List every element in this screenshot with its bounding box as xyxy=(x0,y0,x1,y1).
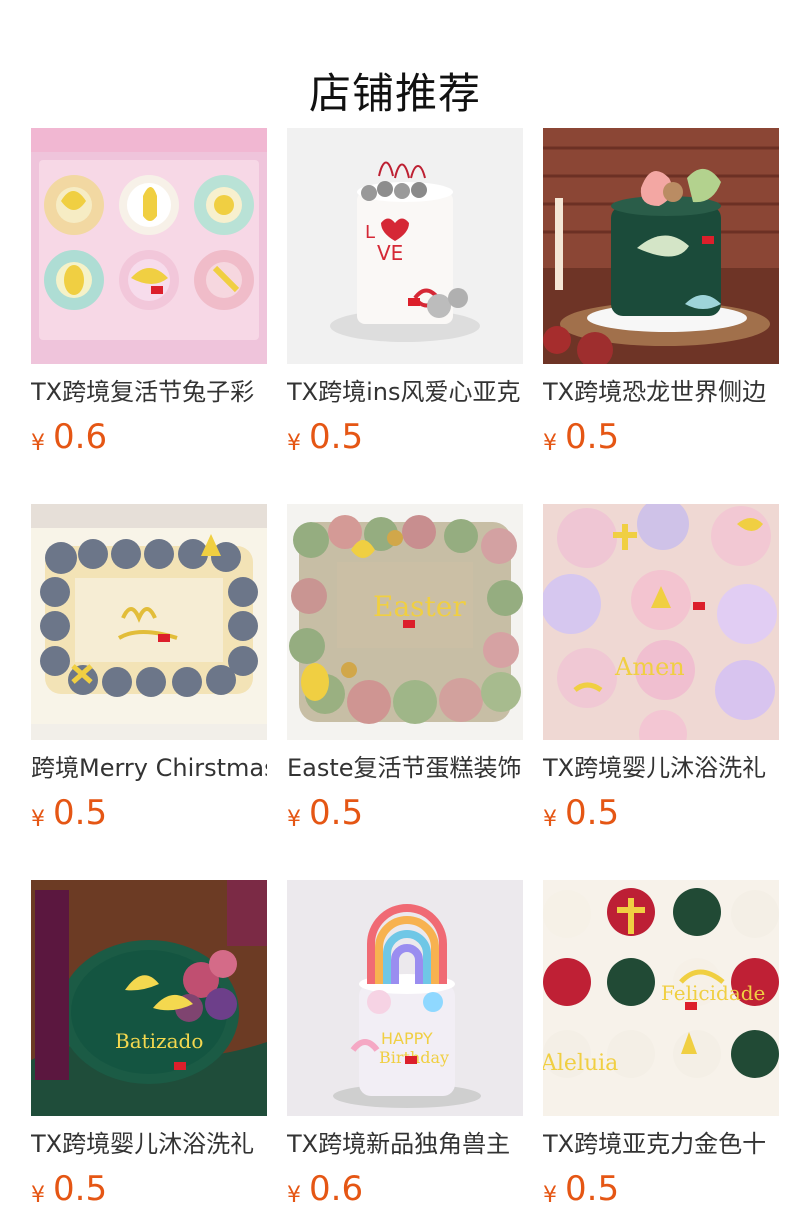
product-card[interactable]: Amen TX跨境婴儿沐浴洗礼 ¥0.5 xyxy=(543,504,779,834)
product-card[interactable]: 跨境Merry Chirstmas ¥0.5 xyxy=(31,504,267,834)
product-name[interactable]: TX跨境婴儿沐浴洗礼 xyxy=(543,752,779,784)
product-name[interactable]: 跨境Merry Chirstmas xyxy=(31,752,267,784)
product-image[interactable] xyxy=(31,128,267,364)
svg-text:Batizado: Batizado xyxy=(115,1029,203,1053)
product-image[interactable]: Easter xyxy=(287,504,523,740)
product-image[interactable]: Felicidade Aleluia xyxy=(543,880,779,1116)
product-price: ¥0.5 xyxy=(543,416,779,458)
product-card[interactable]: TX跨境复活节兔子彩 ¥0.6 xyxy=(31,128,267,458)
svg-text:HAPPY: HAPPY xyxy=(381,1029,433,1048)
product-name[interactable]: TX跨境恐龙世界侧边 xyxy=(543,376,779,408)
product-price: ¥0.5 xyxy=(287,792,523,834)
price-value: 0.5 xyxy=(565,1169,620,1209)
product-card[interactable]: Felicidade Aleluia TX跨境亚克力金色十 ¥0.5 xyxy=(543,880,779,1210)
currency-symbol: ¥ xyxy=(543,807,557,832)
product-image[interactable] xyxy=(543,128,779,364)
currency-symbol: ¥ xyxy=(31,431,45,456)
price-value: 0.5 xyxy=(309,417,364,457)
price-value: 0.5 xyxy=(309,793,364,833)
product-image[interactable]: HAPPY Birthday xyxy=(287,880,523,1116)
product-price: ¥0.5 xyxy=(543,792,779,834)
product-name[interactable]: Easte复活节蛋糕装饰 xyxy=(287,752,523,784)
product-card[interactable]: L VE TX跨境ins风爱心亚克 ¥0.5 xyxy=(287,128,523,458)
product-name[interactable]: TX跨境亚克力金色十 xyxy=(543,1128,779,1160)
product-price: ¥0.6 xyxy=(287,1168,523,1210)
product-name[interactable]: TX跨境ins风爱心亚克 xyxy=(287,376,523,408)
product-name[interactable]: TX跨境新品独角兽主 xyxy=(287,1128,523,1160)
product-card[interactable]: Batizado TX跨境婴儿沐浴洗礼 ¥0.5 xyxy=(31,880,267,1210)
product-card[interactable]: TX跨境恐龙世界侧边 ¥0.5 xyxy=(543,128,779,458)
product-card[interactable]: HAPPY Birthday TX跨境新品独角兽主 ¥0.6 xyxy=(287,880,523,1210)
price-value: 0.5 xyxy=(53,793,108,833)
currency-symbol: ¥ xyxy=(287,807,301,832)
product-price: ¥0.5 xyxy=(31,792,267,834)
product-image[interactable]: Amen xyxy=(543,504,779,740)
svg-text:Easter: Easter xyxy=(373,590,466,623)
product-price: ¥0.5 xyxy=(31,1168,267,1210)
price-value: 0.6 xyxy=(309,1169,364,1209)
product-price: ¥0.5 xyxy=(543,1168,779,1210)
currency-symbol: ¥ xyxy=(287,431,301,456)
svg-text:Amen: Amen xyxy=(614,653,685,681)
svg-text:L: L xyxy=(365,222,375,243)
svg-text:Felicidade: Felicidade xyxy=(661,981,765,1005)
price-value: 0.5 xyxy=(565,793,620,833)
product-grid: TX跨境复活节兔子彩 ¥0.6 L VE TX跨境ins风爱心亚克 ¥ 0.5 … xyxy=(31,128,779,1210)
product-image[interactable] xyxy=(31,504,267,740)
price-value: 0.5 xyxy=(565,417,620,457)
page: 店铺推荐 TX跨境复活节兔子彩 ¥ 0.6 L VE TX跨境ins风爱心亚克 … xyxy=(0,0,790,1232)
product-card[interactable]: Easter Easte复活节蛋糕装饰 ¥0.5 xyxy=(287,504,523,834)
currency-symbol: ¥ xyxy=(543,431,557,456)
svg-text:Aleluia: Aleluia xyxy=(543,1051,618,1076)
price-value: 0.5 xyxy=(53,1169,108,1209)
product-price: ¥0.5 xyxy=(287,416,523,458)
price-value: 0.6 xyxy=(53,417,108,457)
product-name[interactable]: TX跨境复活节兔子彩 xyxy=(31,376,267,408)
svg-text:VE: VE xyxy=(377,241,403,265)
currency-symbol: ¥ xyxy=(31,1183,45,1208)
page-title: 店铺推荐 xyxy=(308,69,481,119)
product-name[interactable]: TX跨境婴儿沐浴洗礼 xyxy=(31,1128,267,1160)
product-image[interactable]: Batizado xyxy=(31,880,267,1116)
product-image[interactable]: L VE xyxy=(287,128,523,364)
currency-symbol: ¥ xyxy=(31,807,45,832)
currency-symbol: ¥ xyxy=(543,1183,557,1208)
currency-symbol: ¥ xyxy=(287,1183,301,1208)
product-price: ¥0.6 xyxy=(31,416,267,458)
